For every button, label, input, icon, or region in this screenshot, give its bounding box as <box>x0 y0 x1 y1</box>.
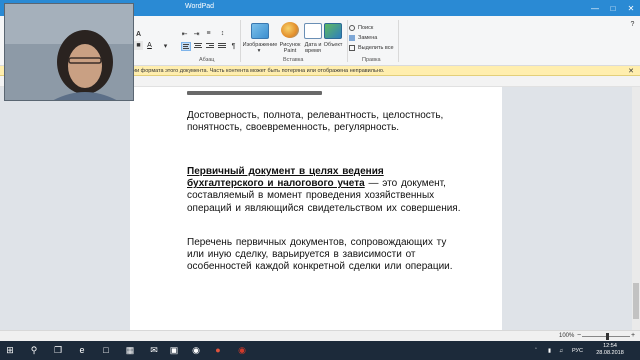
app-icon[interactable]: ▣ <box>167 343 181 357</box>
select-all-button[interactable]: Выделить все <box>349 45 394 51</box>
zoom-out-icon[interactable]: − <box>577 332 581 339</box>
zoom-slider-thumb[interactable] <box>606 333 609 340</box>
paragraph-2[interactable]: Первичный документ в целях ведения бухга… <box>187 166 462 215</box>
select-all-label: Выделить все <box>358 45 394 51</box>
align-center-icon[interactable] <box>193 42 203 51</box>
justify-icon[interactable] <box>217 42 227 51</box>
document-canvas: Достоверность, полнота, релевантность, ц… <box>0 87 640 330</box>
object-icon[interactable] <box>324 23 342 39</box>
paint-icon[interactable] <box>281 22 299 38</box>
window-title: WordPad <box>185 3 215 10</box>
clock-date: 28.08.2018 <box>596 350 624 356</box>
search-icon <box>349 25 355 31</box>
find-button[interactable]: Поиск <box>349 25 373 31</box>
presenter-video-image <box>5 4 133 100</box>
find-label: Поиск <box>358 25 374 31</box>
ribbon-separator <box>347 20 348 62</box>
clock[interactable]: 12:54 28.08.2018 <box>590 343 630 357</box>
paint-label-2: Paint <box>283 48 297 54</box>
window-controls: — □ ✕ <box>586 0 640 16</box>
replace-label: Замена <box>358 35 378 41</box>
edge-icon[interactable]: e <box>75 343 89 357</box>
insert-group-label: Вставка <box>283 57 304 63</box>
webcam-overlay <box>4 3 134 101</box>
list-icon[interactable]: ≡ <box>204 29 213 38</box>
mail-icon[interactable]: ✉ <box>147 343 161 357</box>
help-icon[interactable]: ? <box>628 20 637 29</box>
info-bar-message: ии формата этого документа. Часть контен… <box>133 67 385 74</box>
edit-group-label: Правка <box>362 57 381 63</box>
store-icon[interactable]: ▦ <box>123 343 137 357</box>
ribbon-separator <box>240 20 241 62</box>
replace-icon <box>349 35 355 41</box>
clock-time: 12:54 <box>603 343 617 349</box>
recorder-icon[interactable]: ◉ <box>235 343 249 357</box>
font-size-up-icon[interactable]: A <box>134 30 143 39</box>
align-left-icon[interactable] <box>181 42 191 51</box>
network-icon[interactable]: ▮ <box>548 341 551 360</box>
maximize-button[interactable]: □ <box>604 0 622 16</box>
search-icon[interactable]: ⚲ <box>27 343 41 357</box>
app-icon-2[interactable]: ◉ <box>189 343 203 357</box>
font-color-dropdown-icon[interactable]: ▾ <box>161 41 170 50</box>
font-color-icon[interactable]: A <box>145 41 154 50</box>
decrease-indent-icon[interactable]: ⇤ <box>180 29 189 38</box>
explorer-icon[interactable]: □ <box>99 343 113 357</box>
replace-button[interactable]: Замена <box>349 35 377 41</box>
minimize-button[interactable]: — <box>586 0 604 16</box>
paragraph-1[interactable]: Достоверность, полнота, релевантность, ц… <box>187 110 462 134</box>
datetime-label-2: время <box>305 48 321 54</box>
image-dropdown-icon[interactable]: ▾ <box>256 48 262 54</box>
ribbon-separator <box>398 20 399 62</box>
document-page[interactable]: Достоверность, полнота, релевантность, ц… <box>130 87 502 330</box>
task-view-icon[interactable]: ❐ <box>51 343 65 357</box>
highlight-icon[interactable]: ■ <box>134 41 143 50</box>
increase-indent-icon[interactable]: ⇥ <box>192 29 201 38</box>
status-bar: 100% − + <box>0 330 640 341</box>
volume-icon[interactable]: ♫ <box>559 341 563 360</box>
line-spacing-icon[interactable]: ↕ <box>218 29 227 38</box>
paragraph-group-label: Абзац <box>199 57 215 63</box>
chevron-up-icon[interactable]: ˆ <box>535 348 537 354</box>
vertical-scrollbar[interactable] <box>632 87 640 330</box>
zoom-in-icon[interactable]: + <box>631 332 635 339</box>
chrome-icon[interactable]: ● <box>211 343 225 357</box>
scrollbar-thumb[interactable] <box>633 283 639 319</box>
term-definition-heading: Первичный документ в целях ведения бухга… <box>187 166 384 190</box>
image-icon[interactable] <box>251 23 269 39</box>
calendar-icon[interactable] <box>304 23 322 39</box>
zoom-level: 100% <box>559 333 575 339</box>
taskbar: ⊞ ⚲ ❐ e □ ▦ ✉ ▣ ◉ ● ◉ ˆ ▮ ♫ РУС 12:54 28… <box>0 341 640 360</box>
paragraph-3[interactable]: Перечень первичных документов, сопровожд… <box>187 237 462 274</box>
language-indicator[interactable]: РУС <box>572 341 583 360</box>
select-all-icon <box>349 45 355 51</box>
paragraph-icon[interactable]: ¶ <box>229 42 238 51</box>
align-right-icon[interactable] <box>205 42 215 51</box>
object-label: Объект <box>323 42 343 48</box>
system-tray: ˆ <box>535 341 537 360</box>
partially-visible-text-line <box>187 91 322 95</box>
close-button[interactable]: ✕ <box>622 0 640 16</box>
start-icon[interactable]: ⊞ <box>3 343 17 357</box>
close-icon[interactable]: ✕ <box>628 67 634 75</box>
